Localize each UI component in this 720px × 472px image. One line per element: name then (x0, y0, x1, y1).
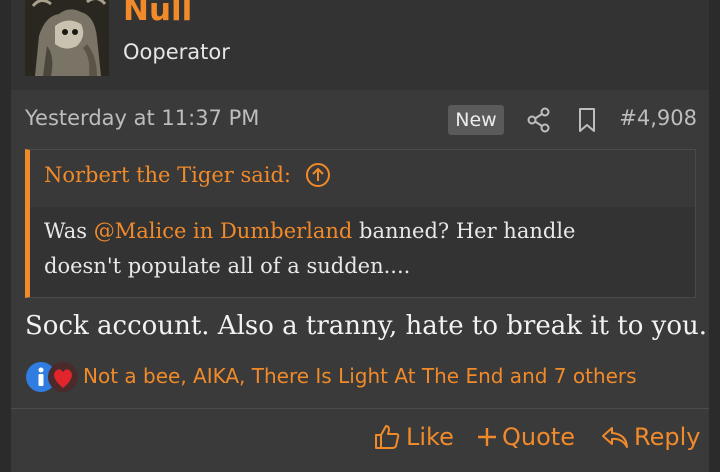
reply-label: Reply (634, 423, 701, 451)
user-mention-link[interactable]: @Malice in Dumberland (94, 219, 353, 243)
reply-button[interactable]: Reply (600, 419, 700, 455)
like-button[interactable]: Like (372, 419, 454, 455)
reactions-bar[interactable]: Not a bee, AIKA, There Is Light At The E… (25, 360, 705, 396)
quote-header: Norbert the Tiger said: (30, 150, 695, 207)
post-date[interactable]: Yesterday at 11:37 PM (25, 106, 259, 130)
post-number-link[interactable]: #4,908 (619, 106, 697, 130)
heart-icon (47, 361, 79, 393)
arrow-up-circle-icon[interactable] (305, 162, 331, 188)
post-meta-bar: Yesterday at 11:37 PM New #4,908 (11, 90, 709, 148)
quote-label: Quote (502, 423, 575, 451)
user-title: Ooperator (123, 40, 230, 64)
post-user-header: Null Ooperator (11, 0, 709, 90)
reaction-users-link[interactable]: Not a bee, AIKA, There Is Light At The E… (83, 364, 637, 388)
post-body-text: Sock account. Also a tranny, hate to bre… (25, 311, 707, 341)
thumbs-up-icon (375, 425, 400, 449)
post-container: Null Ooperator Yesterday at 11:37 PM New… (11, 0, 709, 472)
bookmark-icon[interactable] (571, 104, 603, 136)
quote-text-prefix: Was (44, 219, 94, 243)
username[interactable]: Null (123, 0, 192, 28)
share-icon[interactable] (523, 104, 555, 136)
quote-button[interactable]: Quote (476, 419, 575, 455)
avatar-image (25, 0, 109, 76)
quote-author[interactable]: Norbert the Tiger said: (44, 163, 291, 187)
post-actions: Like Quote Reply (11, 409, 709, 472)
like-label: Like (406, 423, 454, 451)
quote-body: Was @Malice in Dumberland banned? Her ha… (44, 214, 644, 284)
quote-block: Norbert the Tiger said: Was @Malice in D… (25, 149, 696, 298)
plus-icon (478, 428, 496, 446)
reply-icon (602, 427, 628, 448)
new-badge: New (448, 105, 504, 135)
user-avatar[interactable] (25, 0, 109, 76)
